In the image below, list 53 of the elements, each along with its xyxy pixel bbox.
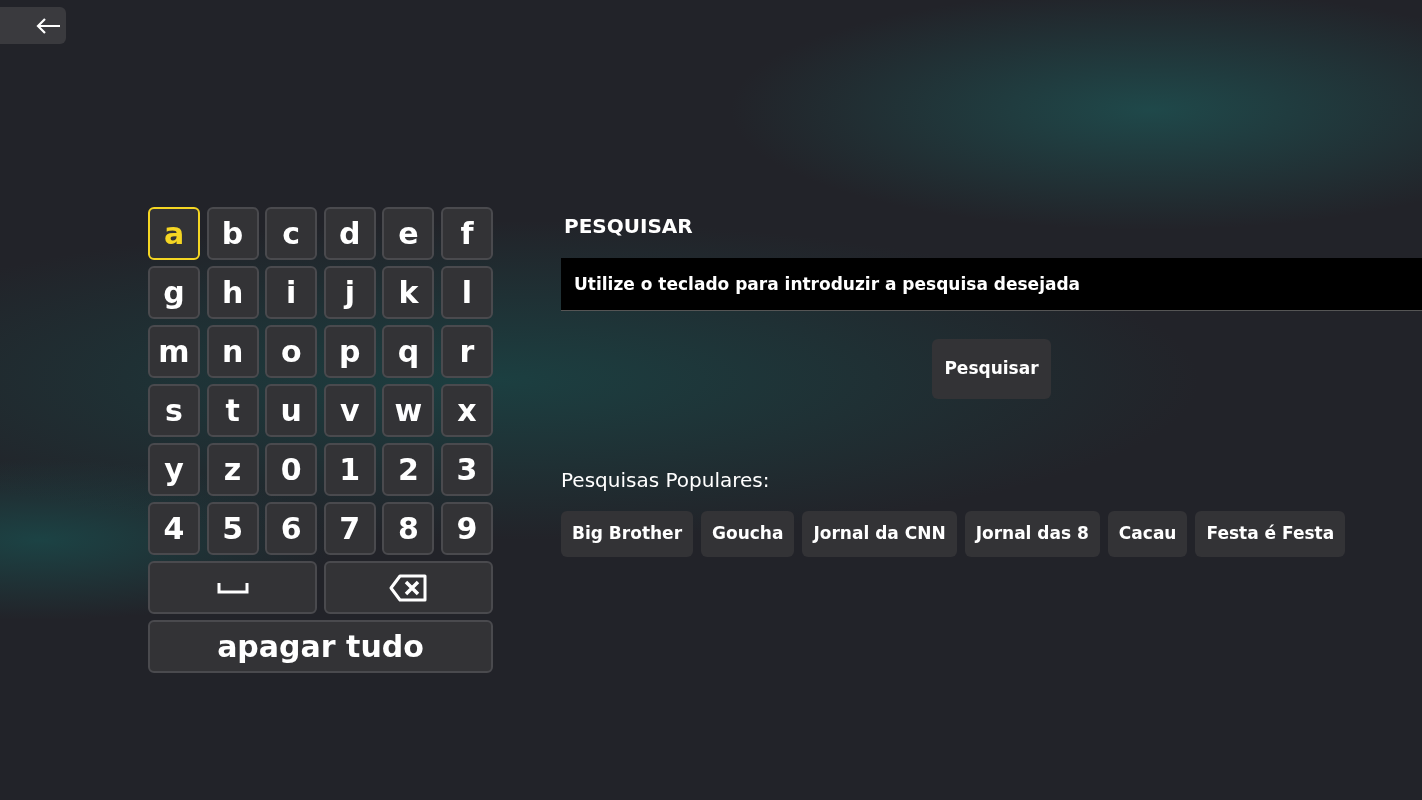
popular-search-chip[interactable]: Big Brother [561,511,694,557]
keyboard-key[interactable]: n [206,325,259,378]
keyboard-key[interactable]: c [265,207,318,260]
clear-all-key[interactable]: apagar tudo [148,620,493,673]
popular-search-chip[interactable]: Jornal das 8 [964,511,1100,557]
search-button[interactable]: Pesquisar [932,339,1051,399]
keyboard-key[interactable]: w [382,384,435,437]
keyboard-key[interactable]: r [440,325,493,378]
keyboard-key[interactable]: u [265,384,318,437]
keyboard-key[interactable]: 0 [265,443,318,496]
keyboard-key[interactable]: 8 [382,502,435,555]
keyboard-key[interactable]: 2 [382,443,435,496]
keyboard-key[interactable]: d [323,207,376,260]
keyboard-key[interactable]: h [206,266,259,319]
keyboard-key[interactable]: p [323,325,376,378]
backspace-key[interactable] [323,561,493,614]
popular-search-chip[interactable]: Festa é Festa [1195,511,1346,557]
popular-search-chip[interactable]: Cacau [1107,511,1188,557]
keyboard-key[interactable]: g [148,266,200,319]
back-button[interactable] [0,7,66,44]
keyboard-key[interactable]: z [206,443,259,496]
space-key[interactable] [148,561,318,614]
search-field[interactable]: Utilize o teclado para introduzir a pesquisa desejada [561,258,1422,311]
space-icon [216,581,249,594]
back-arrow-icon [35,16,61,35]
popular-search-chip[interactable]: Jornal da CNN [802,511,957,557]
keyboard-key[interactable]: l [440,266,493,319]
keyboard-key[interactable]: 3 [440,443,493,496]
keyboard-key[interactable]: 5 [206,502,259,555]
keyboard-key[interactable]: 9 [440,502,493,555]
keyboard-key[interactable]: f [440,207,493,260]
popular-searches-heading: Pesquisas Populares: [561,467,771,494]
keyboard-key[interactable]: a [148,207,200,260]
keyboard-key[interactable]: 6 [265,502,318,555]
keyboard-key[interactable]: 4 [148,502,200,555]
backspace-icon [389,573,428,602]
keyboard-key[interactable]: q [382,325,435,378]
keyboard-key[interactable]: 1 [323,443,376,496]
keyboard-key[interactable]: s [148,384,200,437]
search-title: PESQUISAR [564,213,694,240]
keyboard-key[interactable]: x [440,384,493,437]
keyboard-key[interactable]: m [148,325,200,378]
keyboard-key[interactable]: j [323,266,376,319]
keyboard-key[interactable]: e [382,207,435,260]
keyboard-key[interactable]: v [323,384,376,437]
keyboard-key[interactable]: o [265,325,318,378]
keyboard-key[interactable]: b [206,207,259,260]
keyboard-key[interactable]: y [148,443,200,496]
keyboard-key[interactable]: 7 [323,502,376,555]
popular-search-chip[interactable]: Goucha [701,511,795,557]
keyboard-key[interactable]: i [265,266,318,319]
keyboard-key[interactable]: t [206,384,259,437]
keyboard-key[interactable]: k [382,266,435,319]
